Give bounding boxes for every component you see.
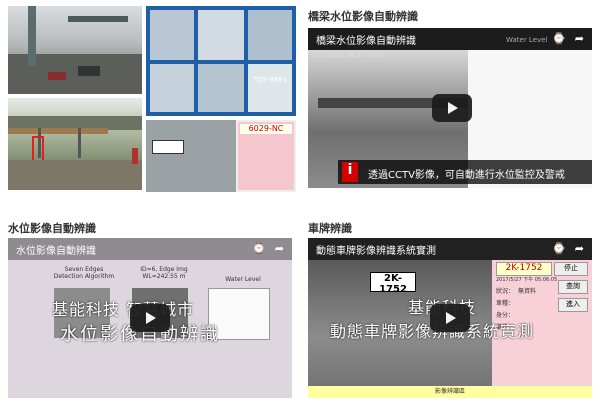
clock-icon[interactable]: ⌚ (552, 32, 566, 45)
clock-icon[interactable]: ⌚ (552, 242, 566, 255)
share-icon[interactable]: ➦ (575, 242, 584, 255)
field-label: 車種： (496, 300, 515, 307)
panel-label: Water Level (225, 276, 261, 283)
share-icon[interactable]: ➦ (575, 32, 584, 45)
stop-button[interactable]: 停止 (554, 262, 588, 276)
coordinate-readout: E: 121.53, N: 25.7143 (316, 52, 382, 59)
plate-display: 2K-1752 (370, 272, 416, 295)
panel-label: ID=6, Edge Img WL=242.55 m (140, 266, 188, 280)
status-value: 無資料 (518, 288, 537, 295)
plate-readout: 2K-1752 (496, 262, 552, 276)
query-button[interactable]: 查詢 (558, 280, 588, 294)
section-heading-water: 水位影像自動辨識 (8, 222, 96, 235)
video-caption: 基能科技 智慧城市 (52, 300, 195, 319)
info-icon: i (342, 162, 358, 182)
clock-icon[interactable]: ⌚ (252, 242, 266, 255)
video-subtitle: 透過CCTV影像，可自動進行水位監控及警戒 (368, 170, 565, 181)
plate-recognition-grid-image: TDY-8691 (146, 6, 296, 116)
video-title: 動態車牌影像辨識系統實測 (316, 246, 436, 257)
video-title: 水位影像自動辨識 (16, 246, 96, 257)
enter-button[interactable]: 進入 (558, 298, 588, 312)
play-button[interactable] (130, 304, 170, 332)
status-label: 狀況： (496, 288, 515, 295)
section-heading-bridge: 橋梁水位影像自動辨識 (308, 10, 418, 23)
plate-label: TDY-8691 (254, 76, 288, 84)
video-title: 橋梁水位影像自動辨識 (316, 36, 416, 47)
footer-label: 影像辨識區 (308, 386, 592, 398)
play-button[interactable] (432, 94, 472, 122)
timestamp: 2017/5/27 下午 05:06:05 (496, 277, 558, 283)
traffic-camera-image (8, 6, 142, 94)
car-plate-panel-image: 6029-NC (146, 120, 296, 192)
water-video-player[interactable]: 水位影像自動辨識 ⌚ ➦ Seven Edges Detection Algor… (8, 238, 292, 398)
bridge-video-player[interactable]: Water Level 橋梁水位影像自動辨識 E: 121.53, N: 25.… (308, 28, 592, 188)
plate-video-player[interactable]: 2K-1752 2K-1752 停止 2017/5/27 下午 05:06:05… (308, 238, 592, 398)
section-heading-plate: 車牌辨識 (308, 222, 352, 235)
plate-readout: 6029-NC (240, 124, 292, 134)
play-button[interactable] (430, 304, 470, 332)
panel-label: Seven Edges Detection Algorithm (53, 266, 115, 280)
share-icon[interactable]: ➦ (275, 242, 284, 255)
bridge-camera-image (8, 98, 142, 190)
